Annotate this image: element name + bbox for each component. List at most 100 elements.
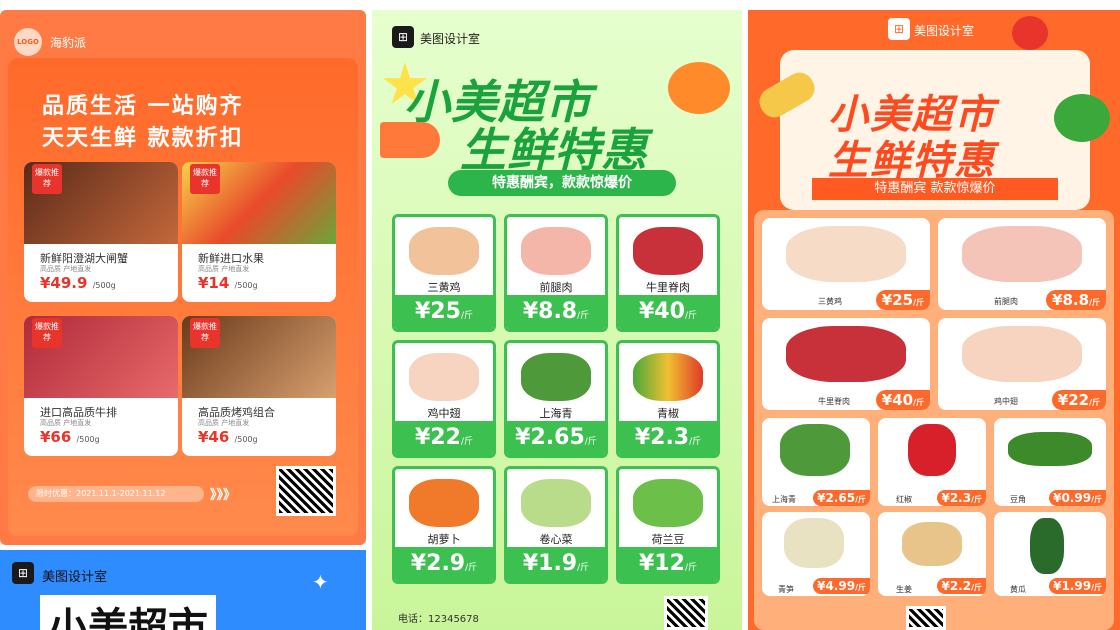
brand-logo-icon: ⊞ [12, 562, 34, 584]
product-card[interactable]: 青椒 ¥2.3/斤 [616, 340, 720, 458]
product-price: ¥66 /500g [40, 428, 100, 446]
price-tag: ¥0.99/斤 [1049, 490, 1106, 506]
brand-name: 美图设计室 [42, 570, 108, 585]
red-pepper-image [908, 424, 956, 476]
celtuce-image [784, 518, 844, 568]
promo-period: 限时优惠：2021.11.1-2021.11.12 [28, 486, 204, 502]
product-name: 胡萝卜 [427, 533, 461, 546]
product-card[interactable]: 爆款推荐 进口高品质牛排 高品质 产地直发 ¥66 /500g [24, 316, 178, 456]
product-card[interactable]: 上海青 ¥2.65/斤 [762, 418, 870, 506]
product-name: 豆角 [1010, 495, 1026, 504]
price-tag: ¥8.8/斤 [1046, 290, 1106, 310]
brand-name: 美图设计室 [914, 24, 975, 38]
product-card[interactable]: 三黄鸡 ¥25/斤 [762, 218, 930, 310]
price-tag: ¥4.99/斤 [813, 578, 870, 594]
product-card[interactable]: 上海青 ¥2.65/斤 [504, 340, 608, 458]
tomato-icon [1012, 16, 1048, 50]
bokchoy-image [521, 353, 591, 401]
product-name: 青椒 [657, 407, 679, 420]
poster-xiaomei-orange[interactable]: ⊞ 美图设计室 小美超市 生鲜特惠 特惠酬宾 款款惊爆价 三黄鸡 ¥25/斤 前… [748, 10, 1120, 630]
product-card[interactable]: 爆款推荐 高品质烤鸡组合 高品质 产地直发 ¥46 /500g [182, 316, 336, 456]
product-card[interactable]: 黄瓜 ¥1.99/斤 [994, 512, 1106, 596]
price-bar: ¥12/斤 [619, 547, 717, 581]
product-sub: 高品质 产地直发 [198, 265, 250, 273]
product-name: 前腿肉 [539, 281, 573, 294]
green-bean-image [1008, 432, 1092, 466]
product-name: 上海青 [539, 407, 573, 420]
price-bar: ¥22/斤 [395, 421, 493, 455]
cucumber-image [1030, 518, 1064, 574]
product-card[interactable]: 红椒 ¥2.3/斤 [878, 418, 986, 506]
poster-title: 小美超市 [40, 595, 216, 630]
wing-image [409, 353, 479, 401]
promo-ribbon: 特惠酬宾，款款惊爆价 [448, 170, 676, 196]
product-card[interactable]: 鸡中翅 ¥22/斤 [392, 340, 496, 458]
product-name: 红椒 [896, 495, 912, 504]
product-name: 三黄鸡 [818, 297, 842, 306]
pepper-image [633, 353, 703, 401]
product-card[interactable]: 卷心菜 ¥1.9/斤 [504, 466, 608, 584]
product-card[interactable]: 三黄鸡 ¥25/斤 [392, 214, 496, 332]
product-price: ¥14 /500g [198, 274, 258, 292]
product-card[interactable]: 胡萝卜 ¥2.9/斤 [392, 466, 496, 584]
logo-icon: LOGO [14, 28, 42, 56]
phone-number: 电话：12345678 [398, 614, 479, 625]
product-name: 生姜 [896, 585, 912, 594]
product-card[interactable]: 青笋 ¥4.99/斤 [762, 512, 870, 596]
product-card[interactable]: 前腿肉 ¥8.8/斤 [938, 218, 1106, 310]
price-tag: ¥2.3/斤 [937, 490, 986, 506]
product-name: 鸡中翅 [427, 407, 461, 420]
product-sub: 高品质 产地直发 [198, 419, 250, 427]
product-card[interactable]: 荷兰豆 ¥12/斤 [616, 466, 720, 584]
cabbage-image [521, 479, 591, 527]
product-card[interactable]: 爆款推荐 新鲜进口水果 高品质 产地直发 ¥14 /500g [182, 162, 336, 302]
wing-image [962, 326, 1082, 382]
hot-badge: 爆款推荐 [32, 164, 62, 194]
chicken-image [409, 227, 479, 275]
product-card[interactable]: 鸡中翅 ¥22/斤 [938, 318, 1106, 410]
price-tag: ¥1.99/斤 [1049, 578, 1106, 594]
product-card[interactable]: 生姜 ¥2.2/斤 [878, 512, 986, 596]
poster-xiaomei-green[interactable]: ⊞ 美图设计室 小美超市 生鲜特惠 特惠酬宾，款款惊爆价 三黄鸡 ¥25/斤 前… [372, 10, 742, 630]
price-tag: ¥25/斤 [875, 290, 930, 310]
beef-image [786, 326, 906, 382]
product-name: 青笋 [778, 585, 794, 594]
ginger-image [902, 522, 962, 566]
price-bar: ¥25/斤 [395, 295, 493, 329]
price-bar: ¥2.9/斤 [395, 547, 493, 581]
peas-image [633, 479, 703, 527]
drumstick-image [962, 226, 1082, 282]
price-bar: ¥2.65/斤 [507, 421, 605, 455]
hot-badge: 爆款推荐 [190, 164, 220, 194]
product-card[interactable]: 牛里脊肉 ¥40/斤 [616, 214, 720, 332]
price-tag: ¥40/斤 [875, 390, 930, 410]
poster-xiaomei-blue[interactable]: ⊞ 美图设计室 小美超市 ✦ [0, 550, 366, 630]
hot-badge: 爆款推荐 [32, 318, 62, 348]
poster-haibaopai[interactable]: LOGO 海豹派 品质生活 一站购齐 天天生鲜 款款折扣 爆款推荐 新鲜阳澄湖大… [0, 10, 366, 545]
product-card[interactable]: 牛里脊肉 ¥40/斤 [762, 318, 930, 410]
sparkle-icon: ✦ [312, 570, 329, 594]
product-sub: 高品质 产地直发 [40, 419, 92, 427]
brand-logo-icon: ⊞ [888, 18, 910, 40]
slogan-line-1: 品质生活 一站购齐 [42, 94, 244, 119]
beef-image [633, 227, 703, 275]
pork-image [521, 227, 591, 275]
product-price: ¥46 /500g [198, 428, 258, 446]
brand-name: 美图设计室 [420, 32, 481, 46]
product-card[interactable]: 前腿肉 ¥8.8/斤 [504, 214, 608, 332]
qr-code-icon [276, 466, 336, 516]
product-name: 鸡中翅 [994, 397, 1018, 406]
product-name: 牛里脊肉 [818, 397, 850, 406]
carrot-image [409, 479, 479, 527]
price-tag: ¥2.65/斤 [813, 490, 870, 506]
product-card[interactable]: 爆款推荐 新鲜阳澄湖大闸蟹 高品质 产地直发 ¥49.9 /500g [24, 162, 178, 302]
product-sub: 高品质 产地直发 [40, 265, 92, 273]
product-name: 上海青 [772, 495, 796, 504]
product-card[interactable]: 豆角 ¥0.99/斤 [994, 418, 1106, 506]
product-name: 牛里脊肉 [646, 281, 690, 294]
product-name: 三黄鸡 [427, 281, 461, 294]
product-name: 卷心菜 [539, 533, 573, 546]
price-bar: ¥40/斤 [619, 295, 717, 329]
product-name: 前腿肉 [994, 297, 1018, 306]
product-price: ¥49.9 /500g [40, 274, 116, 292]
